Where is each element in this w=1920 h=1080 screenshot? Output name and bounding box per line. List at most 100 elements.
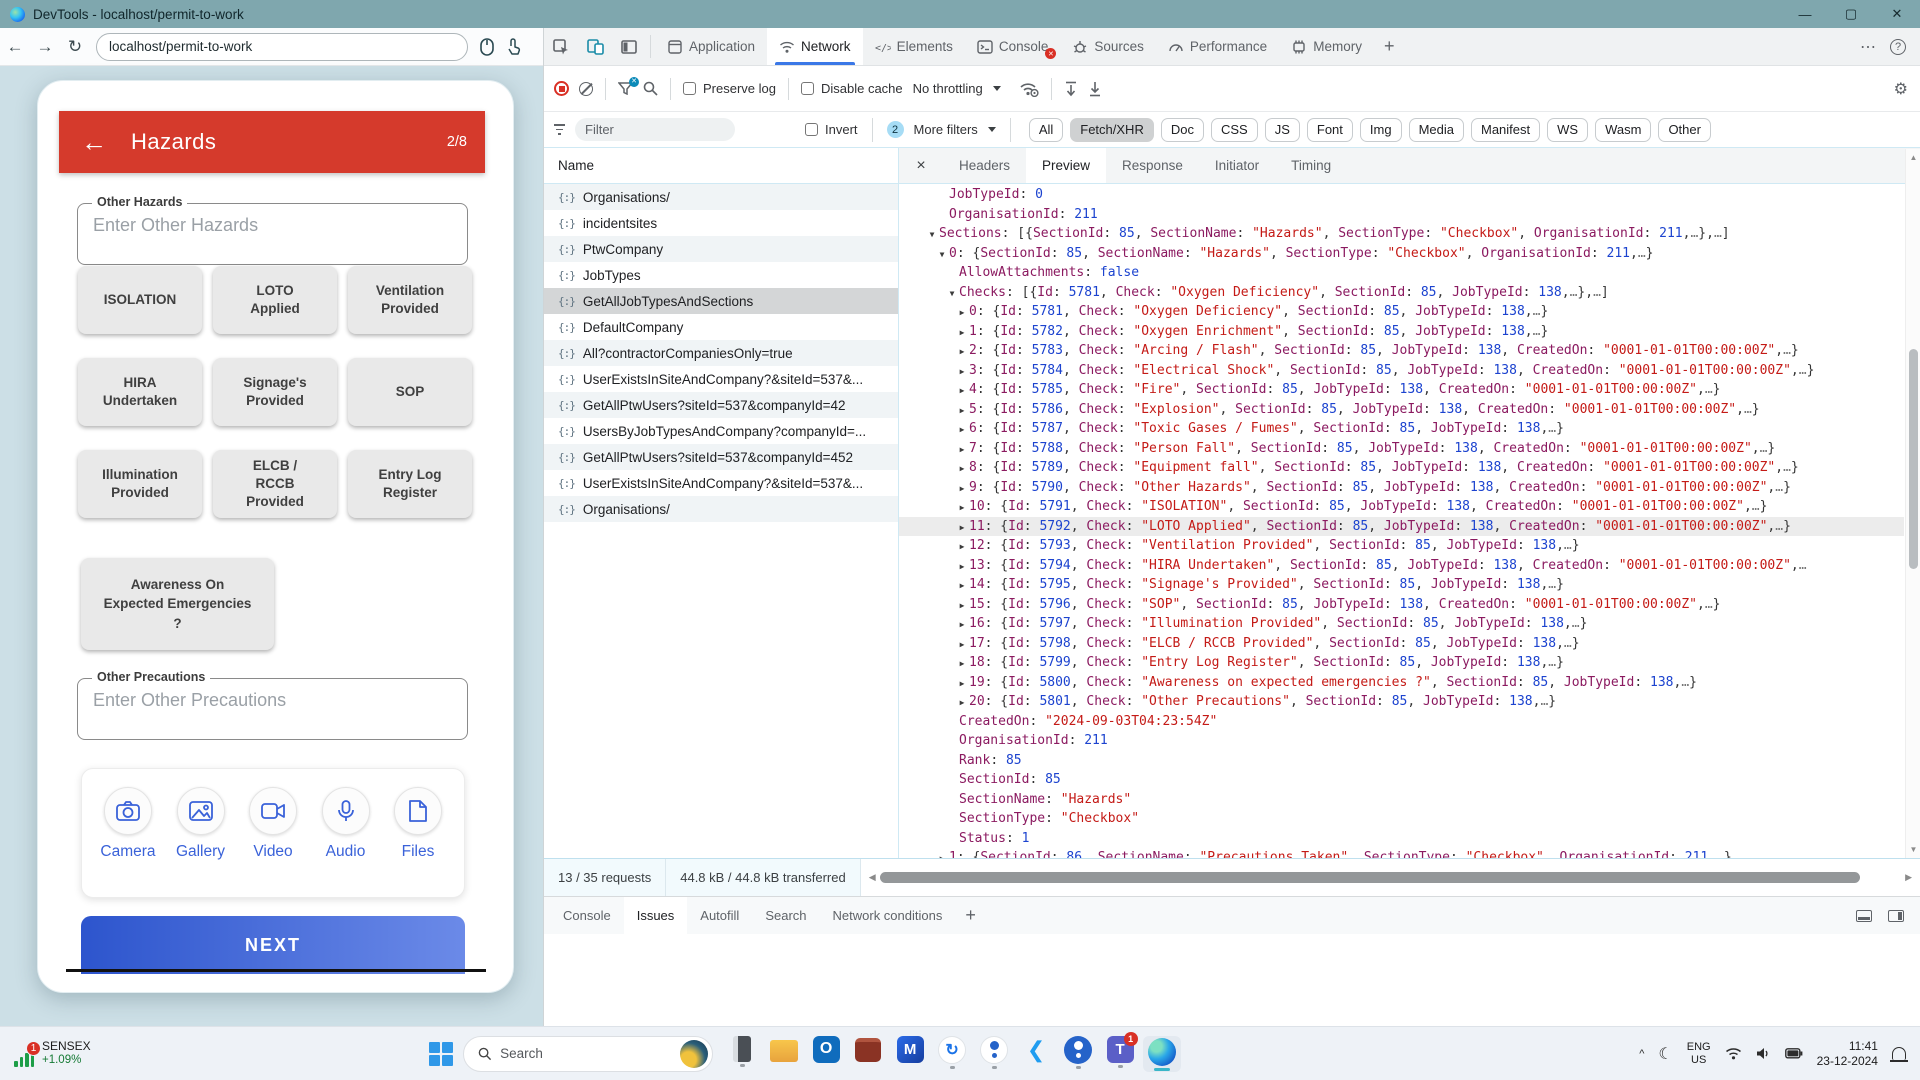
json-line[interactable]: ▶20: {Id: 5801, Check: "Other Precaution…	[899, 692, 1904, 712]
back-icon[interactable]: ←	[0, 37, 30, 57]
scroll-right-icon[interactable]: ▶	[1901, 872, 1916, 883]
drawer-tab-network-conditions[interactable]: Network conditions	[820, 897, 956, 934]
throttling-dropdown[interactable]: No throttling	[913, 81, 983, 96]
chip-img[interactable]: Img	[1360, 118, 1402, 142]
help-icon[interactable]: ?	[1890, 39, 1906, 55]
reload-icon[interactable]: ↻	[60, 37, 90, 57]
awareness-button[interactable]: Awareness On Expected Emergencies ?	[81, 558, 274, 650]
maximize-button[interactable]: ▢	[1828, 0, 1874, 28]
file-explorer-icon[interactable]	[770, 1040, 798, 1062]
mouse-mode-icon[interactable]	[474, 38, 500, 56]
hazard-button[interactable]: ISOLATION	[78, 266, 202, 334]
json-line[interactable]: ▶2: {Id: 5783, Check: "Arcing / Flash", …	[899, 341, 1904, 361]
chip-manifest[interactable]: Manifest	[1471, 118, 1540, 142]
battery-icon[interactable]	[1785, 1048, 1803, 1059]
chip-font[interactable]: Font	[1307, 118, 1353, 142]
request-row[interactable]: {:}Organisations/	[544, 184, 898, 210]
do-not-disturb-icon[interactable]: ☾	[1658, 1044, 1672, 1063]
json-line[interactable]: SectionId: 85	[899, 770, 1904, 790]
expand-arrow-icon[interactable]: ▶	[955, 362, 969, 382]
request-row[interactable]: {:}UsersByJobTypesAndCompany?companyId=.…	[544, 418, 898, 444]
drawer-expand-icon[interactable]	[1888, 910, 1904, 922]
teams-icon[interactable]: T1	[1107, 1036, 1134, 1063]
json-line[interactable]: SectionType: "Checkbox"	[899, 809, 1904, 829]
other-hazards-field[interactable]: Other Hazards Enter Other Hazards	[77, 203, 468, 265]
expand-arrow-icon[interactable]: ▶	[955, 498, 969, 518]
name-column-header[interactable]: Name	[544, 148, 898, 184]
hazard-button[interactable]: LOTO Applied	[213, 266, 337, 334]
expand-arrow-icon[interactable]: ▼	[945, 284, 959, 304]
video-button[interactable]: Video	[241, 787, 305, 897]
expand-arrow-icon[interactable]: ▶	[955, 615, 969, 635]
json-line[interactable]: ▶1: {SectionId: 86, SectionName: "Precau…	[899, 848, 1904, 858]
m-app-icon[interactable]: M	[897, 1036, 924, 1063]
address-bar[interactable]: localhost/permit-to-work	[96, 33, 468, 61]
scroll-up-icon[interactable]: ▲	[1906, 153, 1920, 162]
next-button[interactable]: NEXT	[81, 916, 465, 974]
start-button[interactable]	[429, 1042, 453, 1066]
json-line[interactable]: ▼Sections: [{SectionId: 85, SectionName:…	[899, 224, 1904, 244]
request-row[interactable]: {:}JobTypes	[544, 262, 898, 288]
json-line[interactable]: ▶15: {Id: 5796, Check: "SOP", SectionId:…	[899, 595, 1904, 615]
people-app-icon[interactable]	[1064, 1036, 1092, 1064]
json-line[interactable]: ▶18: {Id: 5799, Check: "Entry Log Regist…	[899, 653, 1904, 673]
expand-arrow-icon[interactable]: ▼	[925, 225, 939, 245]
expand-arrow-icon[interactable]: ▼	[935, 245, 949, 265]
disable-cache-checkbox[interactable]: Disable cache	[801, 81, 903, 96]
json-line[interactable]: ▶12: {Id: 5793, Check: "Ventilation Prov…	[899, 536, 1904, 556]
json-line[interactable]: ▼Checks: [{Id: 5781, Check: "Oxygen Defi…	[899, 283, 1904, 303]
json-line[interactable]: ▶7: {Id: 5788, Check: "Person Fall", Sec…	[899, 439, 1904, 459]
notifications-bell-icon[interactable]	[1892, 1047, 1906, 1060]
request-row[interactable]: {:}UserExistsInSiteAndCompany?&siteId=53…	[544, 470, 898, 496]
scrollbar-thumb[interactable]	[1909, 349, 1918, 569]
expand-arrow-icon[interactable]: ▶	[935, 849, 949, 858]
chip-fetchxhr[interactable]: Fetch/XHR	[1070, 118, 1154, 142]
vscode-icon[interactable]: ❮	[1021, 1036, 1051, 1066]
clear-icon[interactable]	[579, 82, 593, 96]
json-line[interactable]: ▶10: {Id: 5791, Check: "ISOLATION", Sect…	[899, 497, 1904, 517]
json-line[interactable]: OrganisationId: 211	[899, 731, 1904, 751]
request-row[interactable]: {:}incidentsites	[544, 210, 898, 236]
sync-app-icon[interactable]: ↻	[938, 1036, 966, 1064]
record-icon[interactable]	[554, 81, 569, 96]
json-line[interactable]: ▶0: {Id: 5781, Check: "Oxygen Deficiency…	[899, 302, 1904, 322]
throttling-caret-icon[interactable]	[993, 86, 1001, 91]
camera-button[interactable]: Camera	[96, 787, 160, 897]
other-precautions-field[interactable]: Other Precautions Enter Other Precaution…	[77, 678, 468, 740]
expand-arrow-icon[interactable]: ▶	[955, 323, 969, 343]
hazard-button[interactable]: HIRA Undertaken	[78, 358, 202, 426]
chip-doc[interactable]: Doc	[1161, 118, 1204, 142]
expand-arrow-icon[interactable]: ▶	[955, 401, 969, 421]
preview-tab-timing[interactable]: Timing	[1275, 148, 1347, 183]
json-line[interactable]: ▶19: {Id: 5800, Check: "Awareness on exp…	[899, 673, 1904, 693]
expand-arrow-icon[interactable]: ▶	[955, 303, 969, 323]
json-line[interactable]: CreatedOn: "2024-09-03T04:23:54Z"	[899, 712, 1904, 732]
hscrollbar-thumb[interactable]	[880, 872, 1861, 883]
add-tab-icon[interactable]: +	[1374, 28, 1405, 65]
scroll-down-icon[interactable]: ▼	[1906, 845, 1920, 854]
drawer-tab-issues[interactable]: Issues	[624, 897, 688, 934]
filter-toggle-icon[interactable]: ✕	[618, 82, 633, 95]
json-line[interactable]: ▼0: {SectionId: 85, SectionName: "Hazard…	[899, 244, 1904, 264]
expand-arrow-icon[interactable]: ▶	[955, 342, 969, 362]
files-button[interactable]: Files	[386, 787, 450, 897]
tab-elements[interactable]: </>Elements	[863, 28, 965, 65]
json-line[interactable]: ▶8: {Id: 5789, Check: "Equipment fall", …	[899, 458, 1904, 478]
preview-tab-response[interactable]: Response	[1106, 148, 1199, 183]
request-row[interactable]: {:}Organisations/	[544, 496, 898, 522]
chip-all[interactable]: All	[1029, 118, 1063, 142]
taskbar-clock[interactable]: 11:41 23-12-2024	[1817, 1039, 1878, 1069]
taskbar-search[interactable]: Search	[463, 1036, 713, 1072]
expand-arrow-icon[interactable]: ▶	[955, 381, 969, 401]
wifi-icon[interactable]	[1725, 1047, 1742, 1060]
chip-wasm[interactable]: Wasm	[1595, 118, 1651, 142]
close-preview-icon[interactable]: ×	[899, 148, 943, 183]
request-row[interactable]: {:}UserExistsInSiteAndCompany?&siteId=53…	[544, 366, 898, 392]
more-filters-dropdown[interactable]: More filters	[914, 122, 978, 137]
device-emulation-icon[interactable]	[578, 28, 612, 65]
settings-gear-icon[interactable]: ⚙	[1894, 79, 1920, 98]
gallery-button[interactable]: Gallery	[169, 787, 233, 897]
forward-icon[interactable]: →	[30, 37, 60, 57]
export-har-icon[interactable]	[1088, 81, 1102, 97]
json-line[interactable]: ▶3: {Id: 5784, Check: "Electrical Shock"…	[899, 361, 1904, 381]
